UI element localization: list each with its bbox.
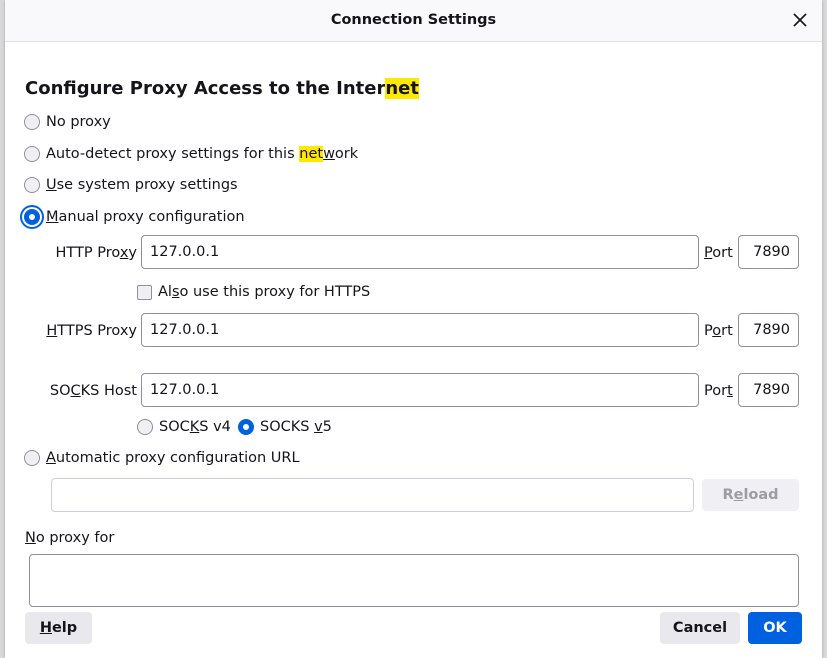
http-port-label: Port (704, 245, 733, 261)
section-heading: Configure Proxy Access to the Internet (25, 78, 419, 99)
radio-label: Use system proxy settings (46, 177, 238, 193)
no-proxy-for-textarea[interactable] (29, 554, 799, 607)
radio-label: Manual proxy configuration (46, 209, 245, 225)
dialog-titlebar: Connection Settings (5, 0, 822, 42)
radio-indicator[interactable] (24, 114, 40, 130)
radio-label: SOCKS v5 (260, 419, 332, 435)
http-proxy-input[interactable]: 127.0.0.1 (141, 235, 699, 269)
http-port-input[interactable]: 7890 (738, 235, 799, 269)
socks-host-input[interactable]: 127.0.0.1 (141, 373, 699, 407)
also-https-checkbox-row[interactable]: Also use this proxy for HTTPS (137, 284, 370, 300)
radio-indicator[interactable] (24, 450, 40, 466)
also-https-label: Also use this proxy for HTTPS (158, 284, 371, 300)
radio-no-proxy[interactable]: No proxy (24, 114, 111, 130)
radio-auto-detect[interactable]: Auto-detect proxy settings for this netw… (24, 146, 358, 162)
help-button[interactable]: Help (25, 612, 92, 644)
radio-socks-v5[interactable]: SOCKS v5 (238, 419, 332, 435)
socks-port-label: Port (704, 383, 733, 399)
radio-socks-v4[interactable]: SOCKS v4 (137, 419, 231, 435)
close-icon[interactable] (790, 10, 810, 30)
radio-label: SOCKS v4 (159, 419, 231, 435)
radio-indicator[interactable] (24, 177, 40, 193)
radio-indicator[interactable] (24, 146, 40, 162)
https-port-label: Port (704, 323, 733, 339)
radio-indicator-checked[interactable] (24, 209, 40, 225)
radio-indicator[interactable] (137, 419, 153, 435)
cancel-button[interactable]: Cancel (660, 612, 740, 644)
radio-label: Automatic proxy configuration URL (46, 450, 300, 466)
dialog-title: Connection Settings (330, 12, 497, 28)
auto-config-url-input[interactable] (51, 478, 694, 512)
socks-port-input[interactable]: 7890 (738, 373, 799, 407)
http-proxy-label: HTTP Proxy (55, 245, 137, 261)
no-proxy-for-label: No proxy for (25, 530, 115, 546)
socks-host-label: SOCKS Host (49, 383, 137, 399)
https-proxy-input[interactable]: 127.0.0.1 (141, 313, 699, 347)
connection-settings-dialog: Connection Settings Configure Proxy Acce… (5, 0, 822, 658)
ok-button[interactable]: OK (748, 612, 802, 644)
https-proxy-label: HTTPS Proxy (46, 323, 137, 339)
also-https-checkbox[interactable] (137, 284, 152, 300)
radio-label: Auto-detect proxy settings for this netw… (46, 146, 359, 162)
radio-auto-config-url[interactable]: Automatic proxy configuration URL (24, 450, 300, 466)
radio-indicator-checked[interactable] (238, 419, 254, 435)
reload-button[interactable]: Reload (702, 479, 799, 511)
radio-manual-proxy[interactable]: Manual proxy configuration (24, 209, 245, 225)
radio-label: No proxy (46, 114, 111, 130)
https-port-input[interactable]: 7890 (738, 313, 799, 347)
radio-system-proxy[interactable]: Use system proxy settings (24, 177, 238, 193)
